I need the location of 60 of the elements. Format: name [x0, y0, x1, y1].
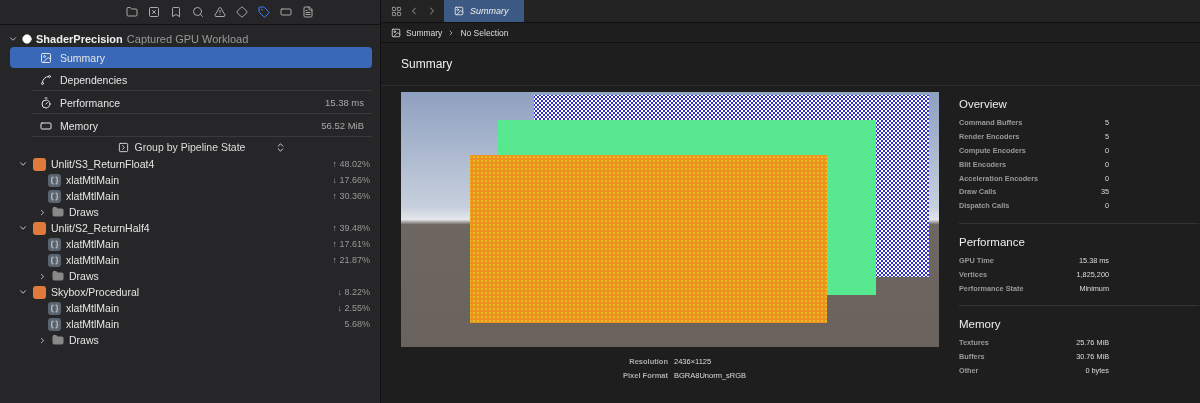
tag-icon[interactable] — [258, 6, 270, 18]
pipeline-icon — [33, 221, 46, 235]
document-subtitle: Captured GPU Workload — [126, 33, 249, 45]
chevron-box-icon — [117, 141, 129, 153]
pipeline-icon — [33, 285, 46, 299]
folder-icon — [52, 206, 64, 218]
grid-icon[interactable] — [391, 5, 402, 17]
navigator-item[interactable]: Dependencies — [32, 69, 372, 91]
braces-icon — [48, 173, 61, 187]
image-icon — [40, 51, 52, 64]
folder-icon — [52, 270, 64, 282]
navigator-item[interactable]: Summary — [10, 47, 372, 68]
section-title: Memory — [959, 317, 1002, 330]
page-title: Summary — [381, 43, 1200, 86]
chevron-icon[interactable] — [38, 335, 47, 345]
section-title: Performance — [959, 235, 1026, 248]
document-icon[interactable] — [302, 6, 314, 18]
chevron-icon[interactable] — [8, 34, 18, 44]
folder-row[interactable]: Draws — [8, 268, 372, 284]
navigator-item[interactable]: Memory 56.52 MiB — [32, 115, 372, 137]
document-title: ShaderPrecision — [36, 33, 123, 45]
document-row[interactable]: ShaderPrecision Captured GPU Workload — [8, 31, 372, 47]
dependency-icon — [40, 73, 52, 86]
braces-icon — [48, 317, 61, 331]
folder-icon[interactable] — [126, 6, 138, 18]
warning-icon[interactable] — [214, 6, 226, 18]
pipeline-row[interactable]: Skybox/Procedural ↓ 8.22% — [8, 284, 372, 300]
editor-tab[interactable]: Summary — [444, 0, 524, 22]
function-row[interactable]: xlatMtlMain ↑ 30.36% — [8, 188, 372, 204]
diamond-icon[interactable] — [236, 6, 248, 18]
function-row[interactable]: xlatMtlMain ↓ 2.55% — [8, 300, 372, 316]
pipeline-row[interactable]: Unlit/S3_ReturnFloat4 ↑ 48.02% — [8, 156, 372, 172]
image-icon — [454, 6, 464, 16]
breadcrumb-item[interactable]: Summary — [406, 27, 443, 38]
pipeline-row[interactable]: Unlit/S2_ReturnHalf4 ↑ 39.48% — [8, 220, 372, 236]
pipeline-icon — [33, 157, 46, 171]
search-icon[interactable] — [192, 6, 204, 18]
braces-icon — [48, 189, 61, 203]
image-icon — [391, 27, 401, 38]
folder-row[interactable]: Draws — [8, 332, 372, 348]
function-row[interactable]: xlatMtlMain ↑ 17.61% — [8, 236, 372, 252]
breadcrumb-item[interactable]: No Selection — [460, 27, 509, 38]
timer-icon — [40, 96, 52, 109]
braces-icon — [48, 253, 61, 267]
rectangle-icon[interactable] — [280, 6, 292, 18]
braces-icon — [48, 237, 61, 251]
circle-icon — [22, 34, 32, 44]
folder-row[interactable]: Draws — [8, 204, 372, 220]
memory-icon — [40, 119, 52, 132]
bookmark-icon[interactable] — [170, 6, 182, 18]
function-row[interactable]: xlatMtlMain ↓ 17.66% — [8, 172, 372, 188]
navigator-item[interactable]: Performance 15.38 ms — [32, 92, 372, 114]
braces-icon — [48, 301, 61, 315]
function-row[interactable]: xlatMtlMain 5.68% — [8, 316, 372, 332]
section-title: Overview — [959, 98, 1008, 110]
chevron-icon[interactable] — [18, 159, 28, 169]
function-row[interactable]: xlatMtlMain ↑ 21.87% — [8, 252, 372, 268]
close-box-icon[interactable] — [148, 6, 160, 18]
group-by-button[interactable]: Group by Pipeline State — [32, 138, 372, 156]
folder-icon — [52, 334, 64, 346]
